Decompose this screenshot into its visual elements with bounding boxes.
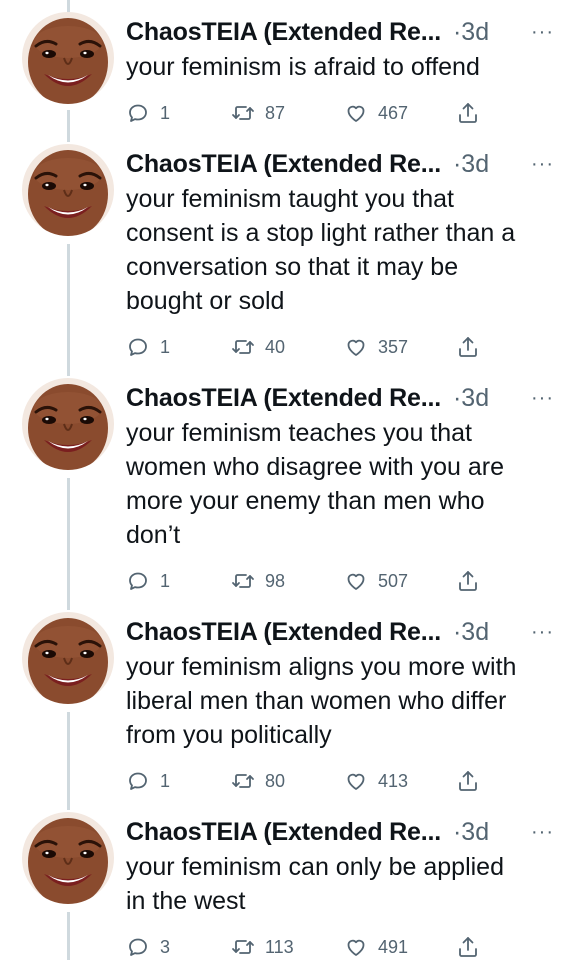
like-count: 357 (378, 336, 409, 357)
like-button[interactable]: 507 (344, 566, 408, 596)
reply-icon (129, 572, 147, 590)
reply-icon (129, 938, 147, 956)
avatar-face (22, 612, 114, 704)
display-name[interactable]: ChaosTEIA (Extended Re... (126, 384, 441, 412)
reply-button[interactable]: 1 (126, 566, 170, 596)
reply-icon (129, 104, 147, 122)
display-name[interactable]: ChaosTEIA (Extended Re... (126, 818, 441, 846)
like-button[interactable]: 413 (344, 766, 408, 796)
heart-icon (347, 939, 365, 956)
tweet-text: your feminism teaches you that women who… (126, 419, 504, 549)
share-icon (459, 771, 477, 791)
retweet-count: 98 (265, 570, 286, 591)
heart-icon (347, 773, 365, 790)
reply-count: 1 (160, 336, 171, 357)
share-icon (459, 337, 477, 357)
more-icon[interactable]: ··· (531, 148, 554, 180)
share-icon (459, 571, 477, 591)
retweet-count: 113 (265, 936, 294, 957)
retweet-icon (232, 940, 254, 954)
reply-button[interactable]: 1 (126, 98, 170, 128)
retweet-button[interactable]: 80 (231, 766, 285, 796)
like-count: 413 (378, 770, 409, 791)
action-bar: 1 98 507 (126, 566, 556, 596)
avatar-face (22, 12, 114, 104)
reply-count: 1 (160, 570, 171, 591)
share-button[interactable] (456, 766, 490, 796)
avatar[interactable] (22, 378, 114, 470)
tweet-text: your feminism is afraid to offend (126, 53, 480, 81)
like-count: 491 (378, 936, 409, 957)
retweet-icon (232, 106, 254, 120)
like-count: 507 (378, 570, 409, 591)
avatar[interactable] (22, 812, 114, 904)
avatar-face (22, 144, 114, 236)
retweet-button[interactable]: 98 (231, 566, 285, 596)
avatar[interactable] (22, 144, 114, 236)
reply-icon (129, 772, 147, 790)
display-name[interactable]: ChaosTEIA (Extended Re... (126, 18, 441, 46)
share-icon (459, 103, 477, 123)
reply-count: 3 (160, 936, 171, 957)
timestamp[interactable]: ·3d (453, 818, 489, 846)
more-icon[interactable]: ··· (531, 816, 554, 848)
reply-button[interactable]: 1 (126, 332, 170, 362)
retweet-button[interactable]: 113 (231, 932, 294, 962)
timestamp[interactable]: ·3d (453, 150, 489, 178)
thread-line (67, 912, 70, 960)
retweet-count: 40 (265, 336, 286, 357)
tweet-text: your feminism aligns you more with liber… (126, 653, 517, 749)
retweet-icon (232, 774, 254, 788)
heart-icon (347, 573, 365, 590)
display-name[interactable]: ChaosTEIA (Extended Re... (126, 150, 441, 178)
like-count: 467 (378, 102, 409, 123)
more-icon[interactable]: ··· (531, 616, 554, 648)
reply-count: 1 (160, 102, 171, 123)
retweet-count: 87 (265, 102, 286, 123)
action-bar: 1 87 467 (126, 98, 556, 128)
tweet-text: your feminism taught you that consent is… (126, 185, 516, 315)
share-button[interactable] (456, 98, 490, 128)
timestamp[interactable]: ·3d (453, 618, 489, 646)
retweet-icon (232, 340, 254, 354)
action-bar: 1 80 413 (126, 766, 556, 796)
like-button[interactable]: 357 (344, 332, 408, 362)
share-button[interactable] (456, 932, 490, 962)
retweet-count: 80 (265, 770, 286, 791)
thread-line (67, 478, 70, 610)
reply-count: 1 (160, 770, 171, 791)
tweet-text: your feminism can only be applied in the… (126, 853, 504, 915)
share-button[interactable] (456, 332, 490, 362)
share-icon (459, 937, 477, 957)
thread-line (67, 110, 70, 142)
heart-icon (347, 339, 365, 356)
timestamp[interactable]: ·3d (453, 384, 489, 412)
retweet-button[interactable]: 40 (231, 332, 285, 362)
like-button[interactable]: 467 (344, 98, 408, 128)
avatar[interactable] (22, 612, 114, 704)
avatar-face (22, 812, 114, 904)
thread-line (67, 244, 70, 376)
more-icon[interactable]: ··· (531, 382, 554, 414)
more-icon[interactable]: ··· (531, 16, 554, 48)
action-bar: 1 40 357 (126, 332, 556, 362)
avatar-face (22, 378, 114, 470)
share-button[interactable] (456, 566, 490, 596)
retweet-button[interactable]: 87 (231, 98, 285, 128)
reply-button[interactable]: 3 (126, 932, 170, 962)
heart-icon (347, 105, 365, 122)
display-name[interactable]: ChaosTEIA (Extended Re... (126, 618, 441, 646)
timestamp[interactable]: ·3d (453, 18, 489, 46)
thread-line (67, 0, 70, 12)
thread-line (67, 712, 70, 810)
retweet-icon (232, 574, 254, 588)
avatar[interactable] (22, 12, 114, 104)
reply-icon (129, 338, 147, 356)
like-button[interactable]: 491 (344, 932, 408, 962)
reply-button[interactable]: 1 (126, 766, 170, 796)
action-bar: 3 113 491 (126, 932, 556, 962)
